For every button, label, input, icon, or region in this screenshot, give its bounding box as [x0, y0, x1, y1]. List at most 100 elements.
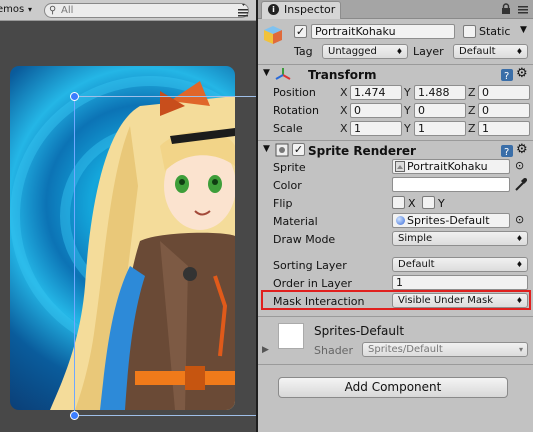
transform-header[interactable]: ▼ Transform ? ⚙	[258, 66, 533, 85]
tab-inspector-label: Inspector	[284, 3, 336, 16]
active-checkbox[interactable]: ✓	[294, 25, 307, 38]
layer-dropdown[interactable]: Default ♦	[453, 44, 528, 59]
position-x-field[interactable]: 1.474	[350, 85, 402, 100]
sprite-renderer-icon	[275, 143, 289, 157]
help-icon[interactable]: ?	[500, 68, 514, 82]
foldout-right-icon[interactable]: ▶	[262, 345, 269, 355]
add-component-button[interactable]: Add Component	[278, 377, 508, 398]
axis-y-label: Y	[404, 86, 411, 99]
static-label: Static	[479, 25, 511, 38]
foldout-down-icon[interactable]: ▼	[263, 144, 270, 154]
scale-y-field[interactable]: 1	[414, 121, 466, 136]
gizmos-label: emos	[0, 4, 25, 15]
eyedropper-icon[interactable]	[514, 177, 528, 192]
sprite-icon	[395, 161, 405, 172]
rect-handle-top[interactable]	[70, 92, 79, 101]
mask-interaction-dropdown[interactable]: Visible Under Mask ♦	[392, 293, 528, 308]
search-placeholder: All	[61, 5, 74, 16]
tag-value: Untagged	[328, 46, 377, 57]
transform-row-label: Rotation	[273, 104, 320, 117]
separator	[258, 316, 533, 317]
chevron-icon: ♦	[515, 234, 523, 243]
transform-row-label: Position	[273, 86, 316, 99]
tag-dropdown[interactable]: Untagged ♦	[322, 44, 408, 59]
position-y-field[interactable]: 1.488	[414, 85, 466, 100]
position-z-field[interactable]: 0	[478, 85, 530, 100]
scene-toolbar: emos ▾ ⚲ All	[0, 0, 256, 21]
separator	[258, 364, 533, 365]
axis-y-label: Y	[404, 104, 411, 117]
sorting-layer-dropdown[interactable]: Default ♦	[392, 257, 528, 272]
axis-x-label: X	[340, 104, 348, 117]
rect-handle-bottom[interactable]	[70, 411, 79, 420]
flip-y-checkbox[interactable]	[422, 196, 435, 209]
shader-value: Sprites/Default	[368, 344, 443, 355]
shader-label: Shader	[314, 344, 353, 357]
chevron-down-icon: ▾	[28, 5, 33, 14]
scale-x-field[interactable]: 1	[350, 121, 402, 136]
rotation-x-field[interactable]: 0	[350, 103, 402, 118]
separator	[258, 64, 533, 65]
flip-label: Flip	[273, 197, 293, 210]
layer-value: Default	[459, 46, 496, 57]
object-name-field[interactable]: PortraitKohaku	[311, 24, 455, 39]
material-preview-name: Sprites-Default	[314, 324, 405, 338]
draw-mode-label: Draw Mode	[273, 233, 336, 246]
menu-icon[interactable]	[236, 2, 250, 18]
material-field[interactable]: Sprites-Default	[392, 213, 510, 228]
chevron-icon: ♦	[515, 260, 523, 269]
svg-text:?: ?	[504, 71, 509, 82]
sprite-renderer-title: Sprite Renderer	[308, 144, 416, 158]
static-dropdown-arrow[interactable]: ▼	[520, 25, 527, 35]
rotation-z-field[interactable]: 0	[478, 103, 530, 118]
sprite-field[interactable]: PortraitKohaku	[392, 159, 510, 174]
flip-y-label: Y	[438, 197, 445, 210]
scene-search-input[interactable]: ⚲ All	[44, 3, 249, 18]
menu-icon[interactable]	[516, 3, 530, 15]
sprite-value: PortraitKohaku	[407, 160, 488, 173]
help-icon[interactable]: ?	[500, 144, 514, 158]
draw-mode-value: Simple	[398, 233, 433, 244]
info-icon: i	[268, 4, 279, 15]
draw-mode-dropdown[interactable]: Simple ♦	[392, 231, 528, 246]
flip-x-label: X	[408, 197, 416, 210]
svg-text:?: ?	[504, 147, 509, 158]
static-checkbox[interactable]	[463, 25, 476, 38]
flip-x-checkbox[interactable]	[392, 196, 405, 209]
axis-y-label: Y	[404, 122, 411, 135]
axis-x-label: X	[340, 122, 348, 135]
sprite-label: Sprite	[273, 161, 306, 174]
transform-title: Transform	[308, 68, 377, 82]
object-picker-icon[interactable]: ⊙	[515, 213, 524, 226]
scene-view[interactable]: emos ▾ ⚲ All	[0, 0, 256, 432]
gear-icon[interactable]: ⚙	[516, 143, 530, 157]
foldout-down-icon[interactable]: ▼	[263, 68, 270, 78]
selection-rect-left-edge	[74, 96, 75, 416]
axis-z-label: Z	[468, 86, 476, 99]
chevron-icon: ♦	[395, 47, 403, 56]
gizmos-dropdown[interactable]: emos ▾	[0, 2, 39, 18]
rotation-y-field[interactable]: 0	[414, 103, 466, 118]
material-preview-thumbnail	[278, 323, 304, 349]
lock-icon[interactable]	[501, 3, 511, 15]
material-icon	[396, 216, 405, 225]
axis-z-label: Z	[468, 122, 476, 135]
axis-x-label: X	[340, 86, 348, 99]
scale-z-field[interactable]: 1	[478, 121, 530, 136]
search-icon: ⚲	[49, 5, 57, 16]
color-swatch[interactable]	[392, 177, 510, 192]
object-picker-icon[interactable]: ⊙	[515, 159, 524, 172]
gear-icon[interactable]: ⚙	[516, 67, 530, 81]
separator	[258, 140, 533, 141]
cube-icon	[262, 24, 284, 46]
sprite-portrait-image[interactable]	[10, 66, 235, 410]
order-in-layer-field[interactable]: 1	[392, 275, 528, 290]
inspector-tabbar: i Inspector	[258, 0, 533, 19]
selection-rect-top-edge	[74, 96, 256, 97]
chevron-icon: ♦	[515, 47, 523, 56]
tab-inspector[interactable]: i Inspector	[261, 1, 341, 19]
order-in-layer-label: Order in Layer	[273, 277, 352, 290]
shader-dropdown[interactable]: Sprites/Default ▾	[362, 342, 528, 357]
sprite-renderer-enabled-checkbox[interactable]: ✓	[292, 143, 305, 156]
material-value: Sprites-Default	[407, 214, 490, 227]
